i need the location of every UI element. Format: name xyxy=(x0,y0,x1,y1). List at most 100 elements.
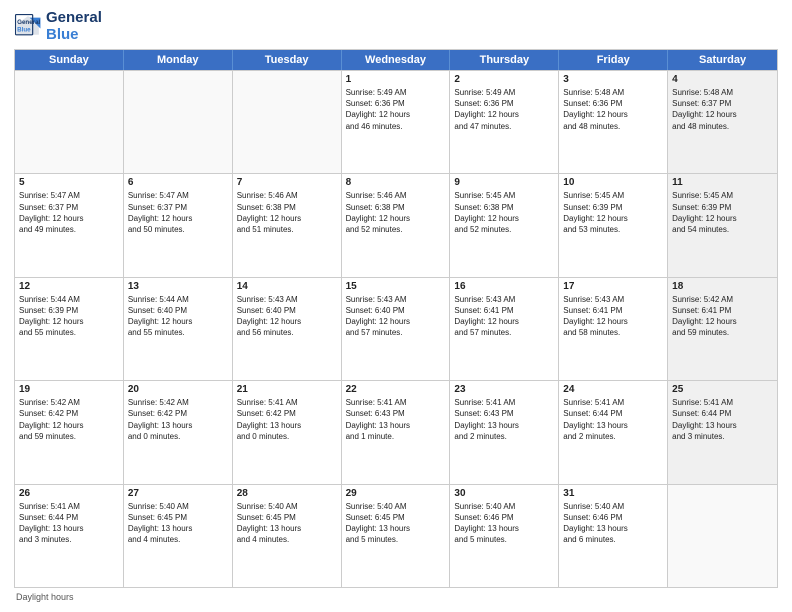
day-of-week-header: Friday xyxy=(559,50,668,70)
calendar-row: 12Sunrise: 5:44 AM Sunset: 6:39 PM Dayli… xyxy=(15,277,777,380)
day-number: 19 xyxy=(19,384,119,395)
calendar-cell: 20 Sunrise: 5:42 AM Sunset: 6:42 PM Dayli… xyxy=(124,381,233,483)
calendar-cell xyxy=(15,71,124,173)
calendar-cell: 26 Sunrise: 5:41 AM Sunset: 6:44 PM Dayli… xyxy=(15,485,124,587)
day-number: 30 xyxy=(454,488,554,499)
calendar-header: SundayMondayTuesdayWednesdayThursdayFrid… xyxy=(15,50,777,70)
day-number: 24 xyxy=(563,384,663,395)
day-info: Sunrise: 5:40 AM Sunset: 6:46 PM Dayligh… xyxy=(563,501,663,546)
day-number: 28 xyxy=(237,488,337,499)
calendar-cell: 1Sunrise: 5:49 AM Sunset: 6:36 PM Daylig… xyxy=(342,71,451,173)
calendar-cell: 17 Sunrise: 5:43 AM Sunset: 6:41 PM Dayli… xyxy=(559,278,668,380)
day-of-week-header: Saturday xyxy=(668,50,777,70)
day-number: 12 xyxy=(19,281,119,292)
page: General Blue General Blue SundayMondayTu… xyxy=(0,0,792,612)
day-number: 4 xyxy=(672,74,773,85)
day-number: 22 xyxy=(346,384,446,395)
day-info: Sunrise: 5:48 AM Sunset: 6:37 PM Dayligh… xyxy=(672,87,773,132)
calendar-cell: 6 Sunrise: 5:47 AM Sunset: 6:37 PM Daylig… xyxy=(124,174,233,276)
logo: General Blue General Blue xyxy=(14,10,102,43)
calendar-cell: 12Sunrise: 5:44 AM Sunset: 6:39 PM Dayli… xyxy=(15,278,124,380)
day-info: Sunrise: 5:43 AM Sunset: 6:40 PM Dayligh… xyxy=(346,294,446,339)
day-info: Sunrise: 5:46 AM Sunset: 6:38 PM Dayligh… xyxy=(346,190,446,235)
day-info: Sunrise: 5:43 AM Sunset: 6:41 PM Dayligh… xyxy=(563,294,663,339)
day-info: Sunrise: 5:41 AM Sunset: 6:43 PM Dayligh… xyxy=(454,397,554,442)
calendar-cell: 18 Sunrise: 5:42 AM Sunset: 6:41 PM Dayli… xyxy=(668,278,777,380)
logo-icon: General Blue xyxy=(14,13,42,41)
calendar-cell: 3 Sunrise: 5:48 AM Sunset: 6:36 PM Daylig… xyxy=(559,71,668,173)
calendar-cell: 19 Sunrise: 5:42 AM Sunset: 6:42 PM Dayli… xyxy=(15,381,124,483)
calendar-cell: 11 Sunrise: 5:45 AM Sunset: 6:39 PM Dayli… xyxy=(668,174,777,276)
calendar: SundayMondayTuesdayWednesdayThursdayFrid… xyxy=(14,49,778,588)
calendar-cell: 22Sunrise: 5:41 AM Sunset: 6:43 PM Dayli… xyxy=(342,381,451,483)
day-number: 18 xyxy=(672,281,773,292)
day-info: Sunrise: 5:40 AM Sunset: 6:45 PM Dayligh… xyxy=(237,501,337,546)
day-number: 3 xyxy=(563,74,663,85)
day-info: Sunrise: 5:40 AM Sunset: 6:45 PM Dayligh… xyxy=(128,501,228,546)
calendar-cell: 4 Sunrise: 5:48 AM Sunset: 6:37 PM Daylig… xyxy=(668,71,777,173)
day-info: Sunrise: 5:40 AM Sunset: 6:46 PM Dayligh… xyxy=(454,501,554,546)
day-number: 8 xyxy=(346,177,446,188)
calendar-cell: 31 Sunrise: 5:40 AM Sunset: 6:46 PM Dayli… xyxy=(559,485,668,587)
day-number: 2 xyxy=(454,74,554,85)
calendar-cell: 9 Sunrise: 5:45 AM Sunset: 6:38 PM Daylig… xyxy=(450,174,559,276)
day-number: 15 xyxy=(346,281,446,292)
day-number: 21 xyxy=(237,384,337,395)
calendar-cell xyxy=(233,71,342,173)
calendar-cell: 30 Sunrise: 5:40 AM Sunset: 6:46 PM Dayli… xyxy=(450,485,559,587)
day-of-week-header: Monday xyxy=(124,50,233,70)
calendar-cell: 16Sunrise: 5:43 AM Sunset: 6:41 PM Dayli… xyxy=(450,278,559,380)
day-info: Sunrise: 5:48 AM Sunset: 6:36 PM Dayligh… xyxy=(563,87,663,132)
day-info: Sunrise: 5:47 AM Sunset: 6:37 PM Dayligh… xyxy=(128,190,228,235)
day-info: Sunrise: 5:41 AM Sunset: 6:44 PM Dayligh… xyxy=(563,397,663,442)
calendar-cell: 7Sunrise: 5:46 AM Sunset: 6:38 PM Daylig… xyxy=(233,174,342,276)
calendar-cell xyxy=(668,485,777,587)
day-number: 23 xyxy=(454,384,554,395)
calendar-cell: 21 Sunrise: 5:41 AM Sunset: 6:42 PM Dayli… xyxy=(233,381,342,483)
calendar-row: 26 Sunrise: 5:41 AM Sunset: 6:44 PM Dayli… xyxy=(15,484,777,587)
day-number: 17 xyxy=(563,281,663,292)
calendar-row: 19 Sunrise: 5:42 AM Sunset: 6:42 PM Dayli… xyxy=(15,380,777,483)
day-number: 25 xyxy=(672,384,773,395)
calendar-cell: 15 Sunrise: 5:43 AM Sunset: 6:40 PM Dayli… xyxy=(342,278,451,380)
day-of-week-header: Sunday xyxy=(15,50,124,70)
calendar-body: 1Sunrise: 5:49 AM Sunset: 6:36 PM Daylig… xyxy=(15,70,777,587)
day-info: Sunrise: 5:49 AM Sunset: 6:36 PM Dayligh… xyxy=(454,87,554,132)
day-number: 5 xyxy=(19,177,119,188)
logo-text: General Blue xyxy=(46,10,102,43)
day-info: Sunrise: 5:42 AM Sunset: 6:42 PM Dayligh… xyxy=(19,397,119,442)
day-number: 10 xyxy=(563,177,663,188)
day-number: 31 xyxy=(563,488,663,499)
calendar-cell: 14 Sunrise: 5:43 AM Sunset: 6:40 PM Dayli… xyxy=(233,278,342,380)
day-number: 14 xyxy=(237,281,337,292)
calendar-row: 5 Sunrise: 5:47 AM Sunset: 6:37 PM Daylig… xyxy=(15,173,777,276)
day-number: 9 xyxy=(454,177,554,188)
day-info: Sunrise: 5:45 AM Sunset: 6:38 PM Dayligh… xyxy=(454,190,554,235)
calendar-cell: 28 Sunrise: 5:40 AM Sunset: 6:45 PM Dayli… xyxy=(233,485,342,587)
day-info: Sunrise: 5:40 AM Sunset: 6:45 PM Dayligh… xyxy=(346,501,446,546)
day-number: 6 xyxy=(128,177,228,188)
day-number: 11 xyxy=(672,177,773,188)
day-number: 20 xyxy=(128,384,228,395)
day-info: Sunrise: 5:41 AM Sunset: 6:42 PM Dayligh… xyxy=(237,397,337,442)
day-info: Sunrise: 5:46 AM Sunset: 6:38 PM Dayligh… xyxy=(237,190,337,235)
day-info: Sunrise: 5:41 AM Sunset: 6:44 PM Dayligh… xyxy=(19,501,119,546)
footer: Daylight hours xyxy=(14,592,778,602)
day-number: 29 xyxy=(346,488,446,499)
day-info: Sunrise: 5:49 AM Sunset: 6:36 PM Dayligh… xyxy=(346,87,446,132)
day-of-week-header: Wednesday xyxy=(342,50,451,70)
day-info: Sunrise: 5:42 AM Sunset: 6:41 PM Dayligh… xyxy=(672,294,773,339)
header: General Blue General Blue xyxy=(14,10,778,43)
day-info: Sunrise: 5:45 AM Sunset: 6:39 PM Dayligh… xyxy=(672,190,773,235)
day-number: 26 xyxy=(19,488,119,499)
day-number: 16 xyxy=(454,281,554,292)
calendar-cell: 2 Sunrise: 5:49 AM Sunset: 6:36 PM Daylig… xyxy=(450,71,559,173)
day-number: 13 xyxy=(128,281,228,292)
calendar-cell xyxy=(124,71,233,173)
calendar-cell: 10Sunrise: 5:45 AM Sunset: 6:39 PM Dayli… xyxy=(559,174,668,276)
day-info: Sunrise: 5:43 AM Sunset: 6:40 PM Dayligh… xyxy=(237,294,337,339)
day-of-week-header: Thursday xyxy=(450,50,559,70)
day-info: Sunrise: 5:42 AM Sunset: 6:42 PM Dayligh… xyxy=(128,397,228,442)
day-info: Sunrise: 5:44 AM Sunset: 6:40 PM Dayligh… xyxy=(128,294,228,339)
calendar-cell: 25Sunrise: 5:41 AM Sunset: 6:44 PM Dayli… xyxy=(668,381,777,483)
